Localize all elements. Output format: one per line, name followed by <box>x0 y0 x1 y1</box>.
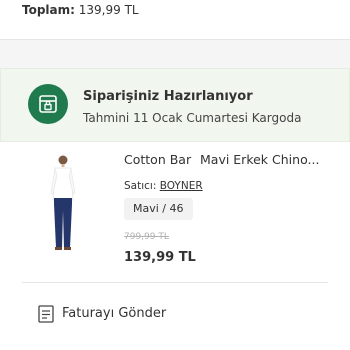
order-total-value: 139,99 TL <box>78 3 139 17</box>
product-variant-badge: Mavi / 46 <box>124 198 193 220</box>
order-total-bar: Toplam: 139,99 TL <box>0 0 350 40</box>
order-total: Toplam: 139,99 TL <box>22 3 139 17</box>
order-card: Siparişiniz Hazırlanıyor Tahmini 11 Ocak… <box>0 68 350 350</box>
seller-link[interactable]: BOYNER <box>160 180 203 192</box>
order-total-label: Toplam: <box>22 3 75 17</box>
product-name[interactable]: Mavi Erkek Chino... <box>200 152 319 167</box>
product-image[interactable] <box>30 148 108 256</box>
divider <box>22 282 328 283</box>
package-lock-icon <box>28 84 68 124</box>
invoice-icon <box>36 304 56 324</box>
order-status-title: Siparişiniz Hazırlanıyor <box>83 89 253 104</box>
product-seller: Satıcı: BOYNER <box>124 180 203 192</box>
product-brand[interactable]: Cotton Bar <box>124 152 191 167</box>
delivery-estimate: Tahmini 11 Ocak Cumartesi Kargoda <box>83 111 302 125</box>
send-invoice-label: Faturayı Gönder <box>62 306 167 321</box>
section-gap <box>0 40 350 68</box>
send-invoice-button[interactable]: Faturayı Gönder <box>22 298 222 330</box>
product-old-price: 799,99 TL <box>124 232 169 242</box>
order-status: Siparişiniz Hazırlanıyor Tahmini 11 Ocak… <box>0 68 350 142</box>
seller-label: Satıcı: <box>124 180 157 192</box>
product-price: 139,99 TL <box>124 250 196 265</box>
